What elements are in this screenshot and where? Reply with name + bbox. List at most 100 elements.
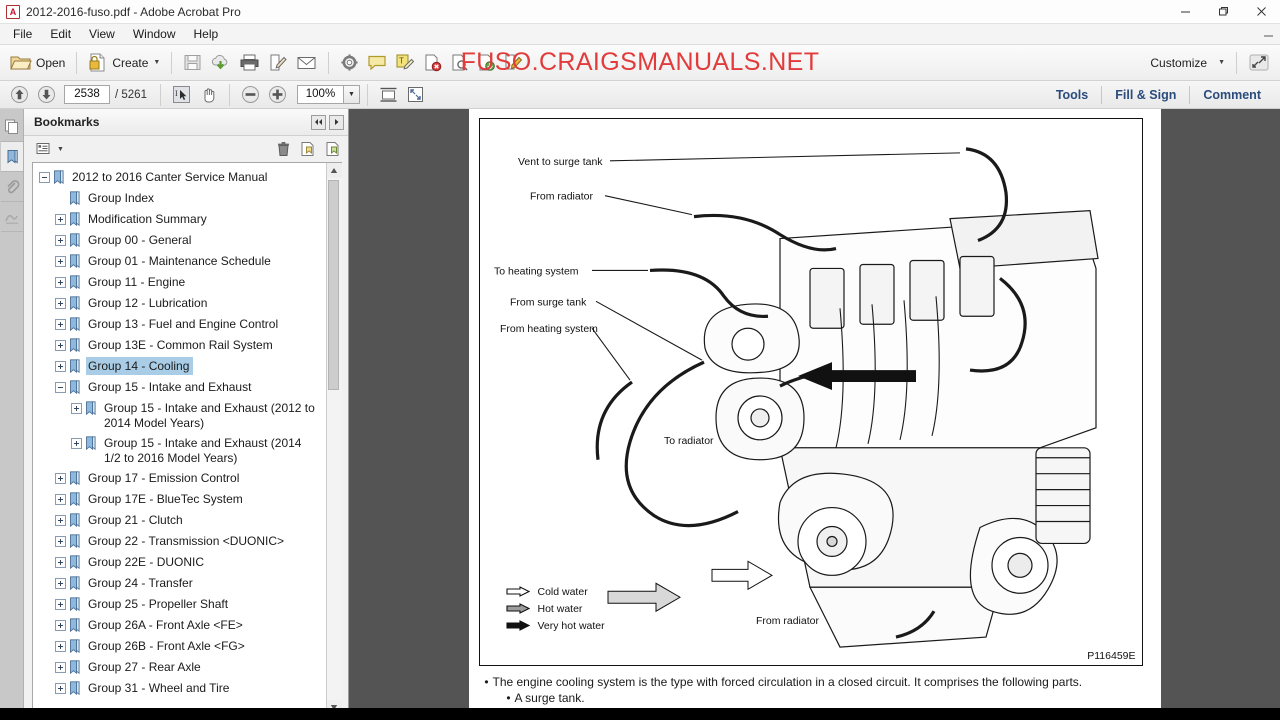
bookmarks-scrollbar[interactable] [326, 163, 342, 715]
fill-and-sign-button[interactable]: Fill & Sign [1102, 82, 1189, 108]
bookmark-item[interactable]: Group 26A - Front Axle <FE> [33, 615, 326, 636]
expand-icon[interactable] [55, 340, 66, 351]
document-view[interactable]: Vent to surge tank From radiator To heat… [349, 109, 1280, 720]
bookmark-item[interactable]: Group 27 - Rear Axle [33, 657, 326, 678]
bookmark-item[interactable]: Group 22 - Transmission <DUONIC> [33, 531, 326, 552]
new-bookmark-from-selection-icon[interactable] [300, 141, 316, 157]
expand-icon[interactable] [55, 235, 66, 246]
zoom-dropdown-button[interactable]: ▼ [342, 85, 360, 104]
expand-icon[interactable] [55, 641, 66, 652]
bookmark-item[interactable]: Group 11 - Engine [33, 272, 326, 293]
delete-bookmark-icon[interactable] [276, 141, 291, 157]
page-thumbnails-button[interactable] [0, 112, 23, 142]
zoom-in-button[interactable] [264, 81, 291, 109]
bookmark-item[interactable]: Group 15 - Intake and Exhaust [33, 377, 326, 398]
scrollbar-track[interactable] [326, 178, 342, 700]
expand-icon[interactable] [55, 214, 66, 225]
bookmark-item[interactable]: Group 17 - Emission Control [33, 468, 326, 489]
expand-icon[interactable] [55, 536, 66, 547]
select-tool-button[interactable]: I [168, 81, 195, 109]
bookmark-item[interactable]: Group 15 - Intake and Exhaust (2012 to 2… [33, 398, 326, 433]
signatures-button[interactable] [0, 202, 23, 232]
new-bookmark-icon[interactable] [325, 141, 341, 157]
bookmarks-tree[interactable]: 2012 to 2016 Canter Service Manual Group … [33, 163, 326, 715]
bookmark-item[interactable]: Group 31 - Wheel and Tire [33, 678, 326, 699]
restore-icon[interactable] [1204, 0, 1242, 24]
bookmark-item[interactable]: Group 14 - Cooling [33, 356, 326, 377]
bookmark-item[interactable]: Group 24 - Transfer [33, 573, 326, 594]
bookmark-item[interactable]: Group 15 - Intake and Exhaust (2014 1/2 … [33, 433, 326, 468]
bookmark-item[interactable]: Group 17E - BlueTec System [33, 489, 326, 510]
bookmark-item[interactable]: Group 13E - Common Rail System [33, 335, 326, 356]
expand-icon[interactable] [55, 256, 66, 267]
expand-icon[interactable] [55, 599, 66, 610]
bookmark-item[interactable]: Group 25 - Propeller Shaft [33, 594, 326, 615]
bookmark-item[interactable]: Group 12 - Lubrication [33, 293, 326, 314]
expand-icon[interactable] [55, 620, 66, 631]
expand-panel-button[interactable] [329, 114, 344, 130]
collapse-icon[interactable] [39, 172, 50, 183]
edit-pdf-button[interactable] [500, 49, 527, 77]
bookmark-item[interactable]: Group 13 - Fuel and Engine Control [33, 314, 326, 335]
attachments-button[interactable] [0, 172, 23, 202]
expand-icon[interactable] [55, 578, 66, 589]
inspect-document-button[interactable] [446, 49, 473, 77]
bookmark-item[interactable]: Group 22E - DUONIC [33, 552, 326, 573]
fit-page-button[interactable] [402, 81, 429, 109]
bookmark-item[interactable]: Group 21 - Clutch [33, 510, 326, 531]
expand-window-button[interactable] [1244, 49, 1274, 77]
expand-icon[interactable] [55, 494, 66, 505]
expand-icon[interactable] [55, 515, 66, 526]
collapse-panel-button[interactable] [311, 114, 326, 130]
highlight-text-button[interactable]: T [391, 49, 419, 77]
menu-view[interactable]: View [80, 25, 124, 43]
customize-button[interactable]: Customize ▼ [1140, 49, 1229, 77]
export-button[interactable] [473, 49, 500, 77]
bookmark-item[interactable]: 2012 to 2016 Canter Service Manual [33, 167, 326, 188]
expand-icon[interactable] [55, 319, 66, 330]
comment-panel-button[interactable]: Comment [1190, 82, 1274, 108]
expand-icon[interactable] [71, 403, 82, 414]
minimize-icon[interactable] [1166, 0, 1204, 24]
scrollbar-thumb[interactable] [327, 180, 339, 390]
zoom-level-input[interactable]: 100% [296, 85, 343, 104]
bookmark-item[interactable]: Modification Summary [33, 209, 326, 230]
bookmark-item[interactable]: Group 00 - General [33, 230, 326, 251]
print-button[interactable] [235, 49, 264, 77]
scroll-up-icon[interactable] [326, 163, 342, 178]
redact-button[interactable] [419, 49, 446, 77]
zoom-out-button[interactable] [237, 81, 264, 109]
email-button[interactable] [292, 49, 321, 77]
fit-width-button[interactable] [375, 81, 402, 109]
expand-icon[interactable] [55, 298, 66, 309]
comment-button[interactable] [363, 49, 391, 77]
expand-icon[interactable] [71, 438, 82, 449]
expand-icon[interactable] [55, 683, 66, 694]
save-to-cloud-button[interactable] [206, 49, 235, 77]
menubar-collapse-icon[interactable] [1263, 27, 1274, 41]
expand-icon[interactable] [55, 557, 66, 568]
previous-page-button[interactable] [6, 81, 33, 109]
bookmark-item[interactable]: Group 01 - Maintenance Schedule [33, 251, 326, 272]
next-page-button[interactable] [33, 81, 60, 109]
collapse-icon[interactable] [55, 382, 66, 393]
page-number-input[interactable]: 2538 [64, 85, 110, 104]
save-button[interactable] [179, 49, 206, 77]
expand-icon[interactable] [55, 361, 66, 372]
expand-icon[interactable] [55, 662, 66, 673]
menu-help[interactable]: Help [185, 25, 228, 43]
expand-icon[interactable] [55, 473, 66, 484]
create-button[interactable]: Create ▼ [84, 49, 164, 77]
expand-icon[interactable] [55, 277, 66, 288]
sign-button[interactable] [264, 49, 292, 77]
menu-edit[interactable]: Edit [41, 25, 80, 43]
open-button[interactable]: Open [6, 49, 69, 77]
menu-file[interactable]: File [4, 25, 41, 43]
tools-button[interactable]: Tools [1043, 82, 1101, 108]
menu-window[interactable]: Window [124, 25, 185, 43]
bookmark-item[interactable]: Group Index [33, 188, 326, 209]
bookmark-options-button[interactable]: ▼ [32, 135, 68, 163]
settings-button[interactable] [336, 49, 363, 77]
hand-tool-button[interactable] [195, 81, 222, 109]
bookmarks-button[interactable] [0, 142, 23, 172]
